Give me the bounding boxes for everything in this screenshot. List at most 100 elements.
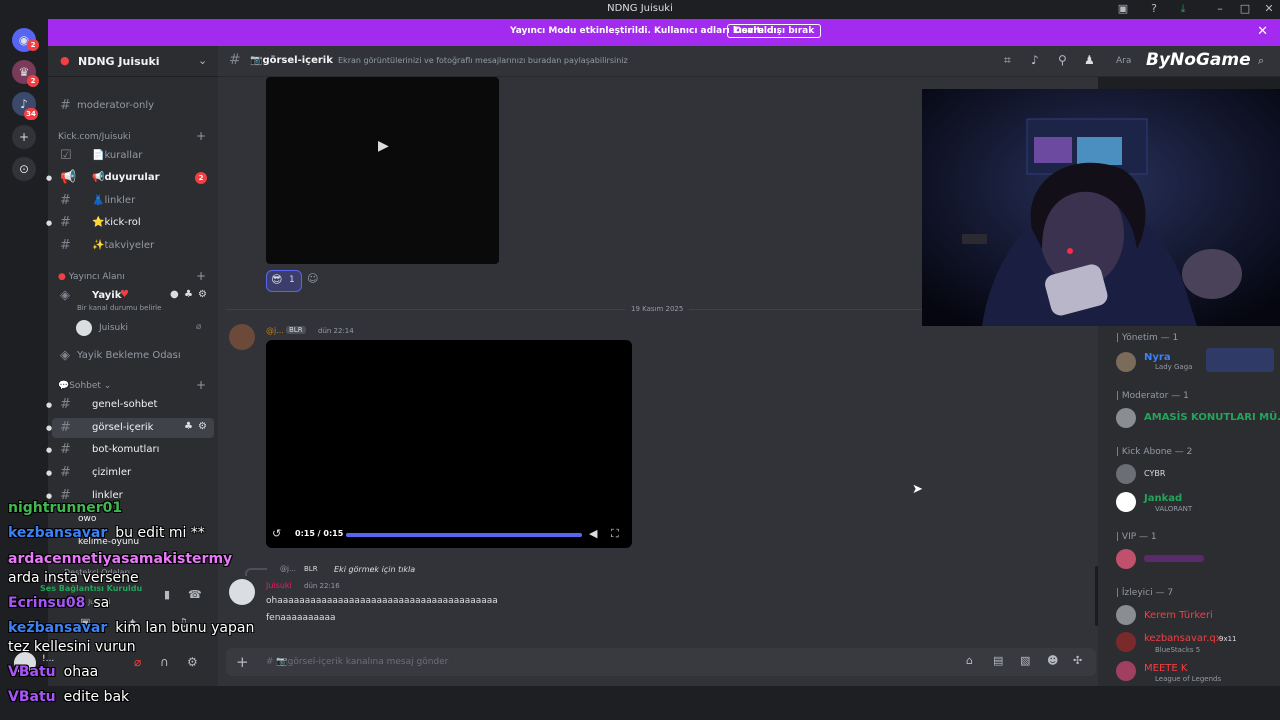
threads-icon[interactable]: ⌗ bbox=[1004, 53, 1011, 68]
voice-user-name[interactable]: Juisuki bbox=[99, 323, 128, 333]
reply-author[interactable]: @j... bbox=[280, 565, 296, 573]
chat-icon[interactable]: ● bbox=[170, 289, 179, 300]
member-avatar[interactable] bbox=[1116, 464, 1136, 484]
user-settings-icon[interactable]: ⚙ bbox=[187, 655, 198, 669]
member-name-hidden[interactable] bbox=[1144, 555, 1204, 562]
notifications-muted-icon[interactable]: ♪ bbox=[1031, 53, 1039, 67]
channel-linkler[interactable]: # 👗linkler bbox=[52, 191, 214, 211]
member-name[interactable]: kezbansavar.qx bbox=[1144, 633, 1222, 644]
member-status: Lady Gaga bbox=[1155, 363, 1193, 371]
add-channel-icon[interactable]: + bbox=[196, 269, 206, 283]
disconnect-icon[interactable]: ☎ bbox=[188, 588, 202, 601]
add-channel-icon[interactable]: + bbox=[196, 378, 206, 392]
channel-status-hint[interactable]: Bir kanal durumu belirle bbox=[77, 304, 161, 312]
hash-icon: # bbox=[60, 215, 71, 230]
message-author[interactable]: @j... bbox=[266, 326, 284, 335]
channel-duyurular[interactable]: 📢 📢duyurular 2 bbox=[52, 168, 214, 188]
close-window-icon[interactable]: ✕ bbox=[1262, 2, 1276, 16]
close-banner-icon[interactable]: ✕ bbox=[1257, 24, 1268, 39]
chat-username: ardacennetiyasamakistermy bbox=[8, 551, 233, 567]
chat-message: arda insta versene bbox=[8, 570, 139, 586]
minimize-icon[interactable]: – bbox=[1213, 2, 1227, 16]
pin-icon[interactable]: ⚲ bbox=[1058, 53, 1067, 67]
add-channel-icon[interactable]: + bbox=[196, 129, 206, 143]
gear-icon[interactable]: ⚙ bbox=[198, 289, 207, 300]
member-avatar[interactable] bbox=[1116, 605, 1136, 625]
disable-streamer-mode-button[interactable]: Devre dışı bırak bbox=[727, 24, 822, 38]
emoji-icon[interactable]: ☻ bbox=[1047, 654, 1058, 667]
member-name[interactable]: Kerem Türkeri bbox=[1144, 610, 1213, 621]
channel-genel-sohbet[interactable]: # genel-sohbet bbox=[52, 395, 214, 415]
bottom-strip bbox=[0, 686, 1280, 720]
headphones-icon[interactable]: ∩ bbox=[160, 655, 169, 669]
user-name[interactable]: !... bbox=[42, 654, 54, 664]
member-avatar[interactable] bbox=[1116, 492, 1136, 512]
announcement-icon: 📢 bbox=[60, 170, 77, 185]
member-name[interactable]: CYBR bbox=[1144, 469, 1165, 478]
maximize-icon[interactable]: □ bbox=[1238, 2, 1252, 16]
category-yayinci[interactable]: ● Yayıncı Alanı bbox=[58, 272, 125, 282]
explore-icon[interactable]: ⊙ bbox=[12, 157, 36, 181]
help-icon[interactable]: ? bbox=[1147, 2, 1161, 16]
channel-yayik[interactable]: ◈ Yayik ♥ ● ♣ ⚙ bbox=[52, 286, 214, 306]
video-progress-track[interactable] bbox=[346, 533, 582, 537]
gif-icon[interactable]: ▤ bbox=[993, 654, 1003, 667]
gear-icon[interactable]: ⚙ bbox=[198, 421, 207, 432]
message-author[interactable]: Juisuki bbox=[266, 581, 292, 590]
reply-preview[interactable]: Eki görmek için tıkla bbox=[334, 565, 415, 574]
channel-takviyeler[interactable]: # ✨takviyeler bbox=[52, 236, 214, 256]
invite-icon[interactable]: ♣ bbox=[184, 289, 193, 300]
invite-icon[interactable]: ♣ bbox=[184, 421, 193, 432]
member-name[interactable]: MEETE K bbox=[1144, 663, 1187, 674]
download-icon[interactable]: ⤓ bbox=[1176, 2, 1190, 16]
sticker-icon[interactable]: ▧ bbox=[1020, 654, 1030, 667]
fullscreen-icon[interactable]: ⛶ bbox=[611, 527, 619, 541]
channel-moderator-only[interactable]: # moderator-only bbox=[52, 96, 214, 116]
member-avatar[interactable] bbox=[1116, 408, 1136, 428]
hash-icon: # bbox=[60, 420, 71, 435]
channel-kick-rol[interactable]: # ⭐kick-rol bbox=[52, 213, 214, 233]
author-avatar[interactable] bbox=[229, 579, 255, 605]
author-avatar[interactable] bbox=[229, 324, 255, 350]
add-server-icon[interactable]: + bbox=[12, 125, 36, 149]
gift-icon[interactable]: ⌂ bbox=[966, 654, 973, 667]
attach-plus-icon[interactable]: + bbox=[236, 653, 249, 671]
member-status: VALORANT bbox=[1155, 505, 1193, 513]
channel-bot-komutlari[interactable]: # bot-komutları bbox=[52, 440, 214, 460]
member-avatar[interactable] bbox=[1116, 661, 1136, 681]
member-name[interactable]: AMASİS KONUTLARI MÜ... bbox=[1144, 412, 1280, 423]
search-input[interactable]: Ara bbox=[1116, 56, 1131, 66]
apps-icon[interactable]: ✣ bbox=[1073, 654, 1082, 667]
member-list-icon[interactable]: ♟ bbox=[1084, 53, 1095, 67]
channel-topic[interactable]: Ekran görüntülerinizi ve fotoğraflı mesa… bbox=[338, 56, 628, 65]
inbox-icon[interactable]: ▣ bbox=[1116, 2, 1130, 16]
replay-icon[interactable]: ↺ bbox=[272, 527, 281, 540]
member-name[interactable]: Nyra bbox=[1144, 352, 1171, 363]
channel-bekleme[interactable]: ◈ Yayik Bekleme Odası bbox=[52, 346, 214, 366]
hash-icon: # bbox=[60, 193, 71, 208]
message-input[interactable]: # 📷görsel-içerik kanalına mesaj gönder bbox=[266, 657, 448, 667]
stage-icon: ◈ bbox=[60, 288, 70, 303]
volume-icon[interactable]: ◀ bbox=[589, 527, 597, 540]
mouse-cursor-icon: ➤ bbox=[912, 482, 923, 497]
chat-line: kezbansavar kim lan bunu yapan bbox=[8, 620, 254, 636]
channel-cizimler[interactable]: # çizimler bbox=[52, 463, 214, 483]
add-reaction-icon[interactable]: ☺ bbox=[307, 272, 318, 285]
member-avatar[interactable] bbox=[1116, 632, 1136, 652]
chevron-down-icon[interactable]: ⌄ bbox=[198, 54, 207, 67]
server-header[interactable]: ● NDNG Juisuki ⌄ bbox=[48, 46, 218, 77]
category-kick[interactable]: Kick.com/Juisuki bbox=[58, 132, 131, 142]
member-name[interactable]: Jankad bbox=[1144, 493, 1182, 504]
video-attachment-2[interactable]: ↺ 0:15 / 0:15 ◀ ⛶ bbox=[266, 340, 632, 548]
member-avatar[interactable] bbox=[1116, 549, 1136, 569]
search-icon[interactable]: ⌕ bbox=[1258, 54, 1264, 68]
channel-label: 📢duyurular bbox=[92, 172, 160, 183]
channel-gorsel-icerik[interactable]: # görsel-içerik ♣ ⚙ bbox=[52, 418, 214, 438]
play-icon[interactable]: ▶ bbox=[378, 138, 389, 154]
category-sohbet[interactable]: 💬Sohbet ⌄ bbox=[58, 381, 111, 391]
reaction-button[interactable]: 😎 1 bbox=[266, 270, 302, 292]
video-attachment-1[interactable]: ▶ bbox=[266, 77, 499, 264]
channel-kurallar[interactable]: ☑ 📄kurallar bbox=[52, 146, 214, 166]
member-avatar[interactable] bbox=[1116, 352, 1136, 372]
mic-muted-icon[interactable]: ⌀ bbox=[134, 655, 141, 669]
